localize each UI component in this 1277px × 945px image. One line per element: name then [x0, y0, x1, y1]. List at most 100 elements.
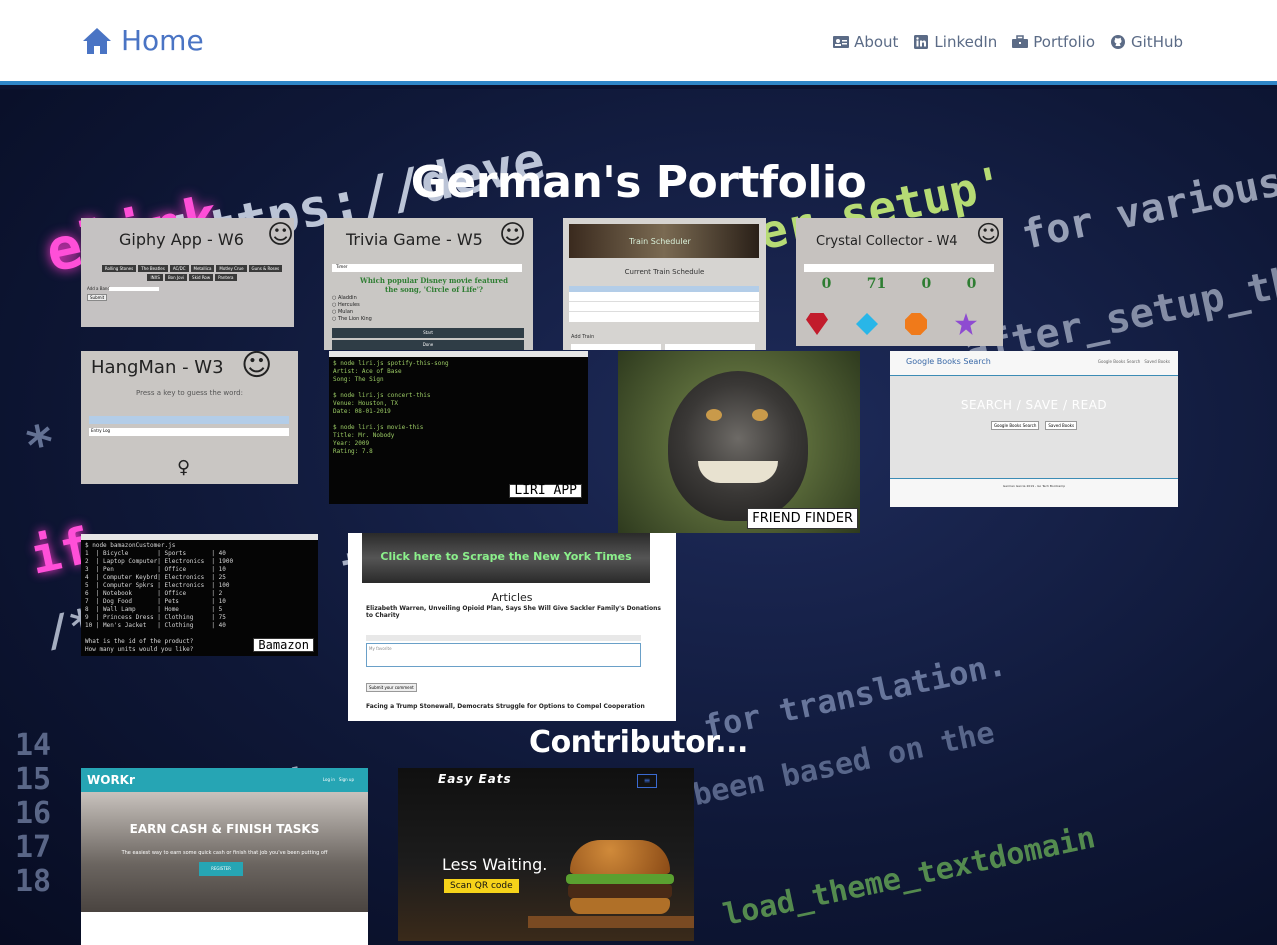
- nav-linkedin-label: LinkedIn: [934, 33, 998, 51]
- giphy-band-button[interactable]: The Beatles: [138, 265, 168, 272]
- hangman-title: HangMan - W3: [91, 357, 224, 378]
- books-nav-search[interactable]: Google Books Search: [1098, 359, 1140, 364]
- giphy-band-button[interactable]: Guns & Roses: [248, 265, 283, 272]
- hangman-entry-input[interactable]: Entry Log: [89, 428, 289, 436]
- giphy-band-button[interactable]: Rolling Stones: [101, 265, 137, 272]
- workr-register-button[interactable]: REGISTER: [199, 862, 243, 876]
- project-card-nyt-scraper[interactable]: Click here to Scrape the New York Times …: [348, 533, 676, 721]
- giphy-band-button[interactable]: Bon Jovi: [164, 274, 188, 281]
- workr-hero-title: EARN CASH & FINISH TASKS: [129, 822, 320, 836]
- hangman-prompt: Press a key to guess the word:: [136, 389, 243, 397]
- stick-figure-icon: ☺: [241, 351, 273, 383]
- books-footer: German Garcia 2019 - Go Tech Bootcamp: [1002, 484, 1066, 488]
- stick-figure-icon: ☺: [976, 220, 1002, 248]
- giphy-band-button[interactable]: Metallica: [190, 265, 215, 272]
- giphy-band-button[interactable]: INXS: [147, 274, 163, 281]
- nav-links: About LinkedIn Portfolio GitHub: [833, 33, 1183, 51]
- project-card-hangman[interactable]: HangMan - W3 ☺ Press a key to guess the …: [81, 351, 298, 484]
- easyeats-hero-title: Less Waiting.: [442, 855, 548, 874]
- books-nav-saved[interactable]: Saved Books: [1144, 359, 1170, 364]
- workr-hero: EARN CASH & FINISH TASKS The easiest way…: [81, 792, 368, 912]
- easyeats-menu-icon[interactable]: ≡: [637, 774, 657, 788]
- crystal-gem-blue-icon[interactable]: [856, 313, 878, 335]
- books-search-button[interactable]: Google Books Search: [990, 421, 1040, 430]
- train-table: [569, 286, 759, 322]
- giphy-title: Giphy App - W6: [119, 230, 244, 249]
- home-icon: [83, 27, 111, 54]
- project-card-friend-finder[interactable]: FRIEND FINDER: [618, 351, 860, 533]
- train-header-image: Train Scheduler: [569, 224, 759, 258]
- giphy-band-button[interactable]: Pantera: [215, 274, 237, 281]
- project-card-google-books[interactable]: Google Books Search Google Books Search …: [890, 351, 1178, 507]
- id-card-icon: [833, 36, 850, 48]
- books-nav: Google Books Search Saved Books: [1098, 359, 1170, 364]
- nav-linkedin-link[interactable]: LinkedIn: [913, 33, 997, 51]
- project-card-easy-eats[interactable]: Easy Eats ≡ Less Waiting. Scan QR code: [398, 768, 694, 941]
- nav-portfolio-link[interactable]: Portfolio: [1012, 33, 1095, 51]
- table-row: [569, 302, 759, 312]
- project-card-giphy[interactable]: Giphy App - W6 ☺ Rolling Stones The Beatl…: [81, 218, 294, 327]
- giphy-band-button[interactable]: Motley Crue: [216, 265, 247, 272]
- giphy-band-button[interactable]: Skid Row: [189, 274, 214, 281]
- project-card-liri[interactable]: $ node liri.js spotify-this-song Artist: …: [329, 351, 588, 504]
- workr-navbar: WORKr Log in Sign up: [81, 768, 368, 792]
- scraper-headline-2[interactable]: Facing a Trump Stonewall, Democrats Stru…: [366, 703, 666, 710]
- crystal-gem-purple-icon[interactable]: [955, 313, 977, 335]
- burger-image: [566, 840, 674, 918]
- trivia-timer: Timer: [332, 264, 522, 272]
- scraper-banner-label: Click here to Scrape the New York Times: [380, 550, 632, 563]
- nav-about-link[interactable]: About: [833, 33, 898, 51]
- workr-hero-sub: The easiest way to earn some quick cash …: [121, 850, 328, 856]
- train-header-title: Train Scheduler: [629, 237, 691, 246]
- linkedin-icon: [914, 35, 929, 49]
- nav-about-label: About: [854, 33, 899, 51]
- project-card-train-scheduler[interactable]: Train Scheduler Current Train Schedule A…: [563, 218, 766, 350]
- scraper-comment-input[interactable]: My favorite: [366, 643, 641, 667]
- workr-login-link[interactable]: Log in: [323, 777, 335, 782]
- bamazon-label: Bamazon: [253, 638, 314, 652]
- scraper-comment-bar: [366, 635, 641, 641]
- home-link[interactable]: Home: [81, 24, 204, 57]
- monkey-face-image: [668, 371, 808, 521]
- scraper-headline-1[interactable]: Elizabeth Warren, Unveiling Opioid Plan,…: [366, 605, 666, 619]
- project-card-bamazon[interactable]: $ node bamazonCustomer.js 1 | Bicycle | …: [81, 534, 318, 656]
- crystal-stat-bar: [804, 264, 994, 272]
- train-schedule-title: Current Train Schedule: [624, 268, 705, 276]
- giphy-submit-button[interactable]: Submit: [87, 294, 108, 301]
- nav-github-label: GitHub: [1131, 33, 1183, 51]
- scraper-submit-button[interactable]: Submit your comment: [366, 683, 417, 692]
- books-saved-button[interactable]: Saved Books: [1045, 421, 1078, 430]
- giphy-band-button[interactable]: AC/DC: [169, 265, 189, 272]
- trivia-option-label: Mulan: [337, 309, 354, 315]
- scraper-banner[interactable]: Click here to Scrape the New York Times: [362, 533, 650, 583]
- trivia-option[interactable]: ○ Mulan: [332, 309, 372, 316]
- easyeats-brand: Easy Eats: [438, 772, 512, 786]
- trivia-option[interactable]: ○ The Lion King: [332, 316, 372, 323]
- hangman-stats-bar: [89, 416, 289, 424]
- crystal-gem-orange-icon[interactable]: [905, 313, 927, 335]
- nav-github-link[interactable]: GitHub: [1110, 33, 1183, 51]
- trivia-option-label: Hercules: [337, 302, 360, 308]
- books-hero-buttons: Google Books Search Saved Books: [890, 421, 1178, 430]
- easyeats-scan-button[interactable]: Scan QR code: [444, 879, 519, 893]
- giphy-add-input[interactable]: [109, 287, 159, 291]
- cutting-board: [528, 916, 694, 928]
- train-destination-input[interactable]: [665, 344, 755, 350]
- trivia-option[interactable]: ○ Hercules: [332, 302, 372, 309]
- project-card-crystal-collector[interactable]: Crystal Collector - W4 ☺ 0 71 0 0: [796, 218, 1003, 346]
- crystal-gem-red-icon[interactable]: [806, 313, 828, 335]
- workr-signup-link[interactable]: Sign up: [339, 777, 354, 782]
- briefcase-icon: [1012, 35, 1029, 48]
- liri-label: LIRI APP: [509, 484, 582, 498]
- contributor-title: Contributor...: [529, 725, 748, 760]
- project-card-workr[interactable]: WORKr Log in Sign up EARN CASH & FINISH …: [81, 768, 368, 945]
- table-row: [569, 292, 759, 302]
- trivia-option[interactable]: ○ Aladdin: [332, 295, 372, 302]
- trivia-done-button[interactable]: Done: [332, 340, 524, 350]
- trivia-start-button[interactable]: Start: [332, 328, 524, 338]
- project-card-trivia[interactable]: Trivia Game - W5 ☺ Timer Which popular D…: [324, 218, 533, 350]
- books-hero-title: SEARCH / SAVE / READ: [960, 398, 1108, 412]
- page-title: German's Portfolio: [410, 157, 867, 208]
- train-name-input[interactable]: [571, 344, 661, 350]
- giphy-button-row: Rolling Stones The Beatles AC/DC Metallica M…: [97, 265, 287, 281]
